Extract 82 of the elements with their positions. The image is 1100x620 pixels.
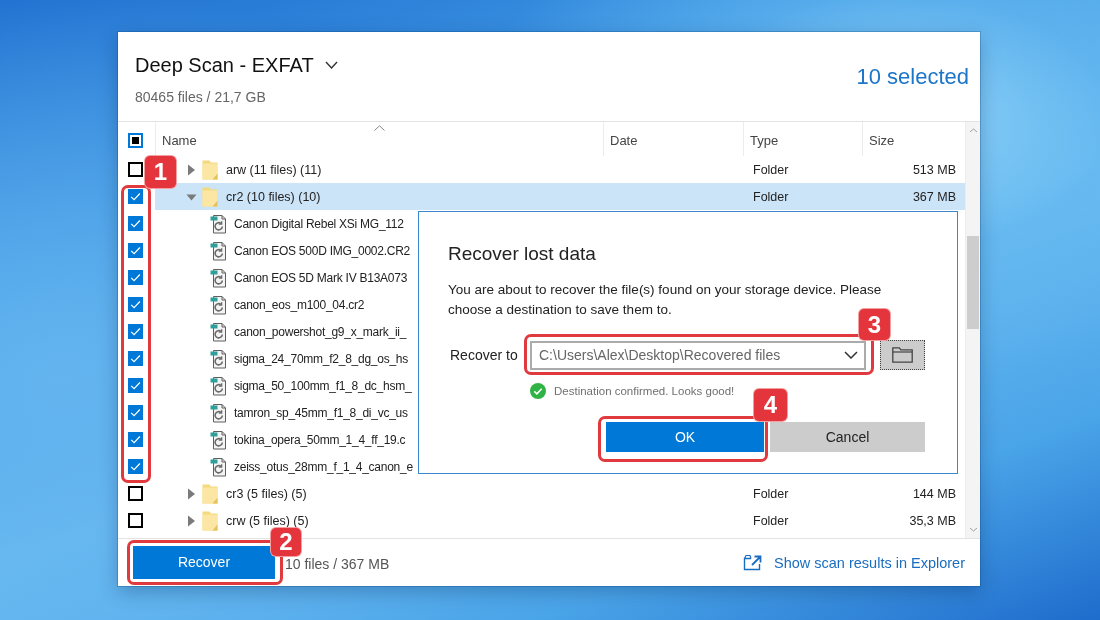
- file-name: sigma_24_70mm_f2_8_dg_os_hs: [234, 351, 409, 366]
- file-name: Canon EOS 5D Mark IV B13A073: [234, 270, 408, 285]
- folder-icon: [202, 510, 218, 531]
- checkbox[interactable]: [128, 432, 143, 447]
- file-name: zeiss_otus_28mm_f_1_4_canon_e: [234, 459, 413, 474]
- column-header[interactable]: Date: [603, 122, 743, 156]
- checkbox[interactable]: [128, 378, 143, 393]
- destination-dropdown[interactable]: C:\Users\Alex\Desktop\Recovered files: [530, 340, 866, 370]
- step-number-badge: 3: [859, 309, 890, 340]
- status-message: Destination confirmed. Looks good!: [554, 384, 735, 397]
- item-type: Folder: [752, 486, 789, 501]
- checkbox[interactable]: [128, 486, 143, 501]
- document-icon: [210, 375, 228, 396]
- selection-count: 10 selected: [856, 63, 969, 91]
- document-icon: [210, 456, 228, 477]
- checkbox[interactable]: [128, 324, 143, 339]
- file-name: canon_eos_m100_04.cr2: [234, 297, 365, 312]
- item-size: 144 MB: [912, 486, 956, 501]
- chevron-up-icon[interactable]: [968, 128, 978, 133]
- open-external-icon: [743, 554, 762, 571]
- scan-summary: 80465 files / 21,7 GB: [135, 88, 266, 106]
- caret-right-icon[interactable]: [186, 163, 197, 176]
- caret-right-icon[interactable]: [186, 514, 197, 527]
- step-number-badge: 1: [145, 156, 176, 188]
- column-header[interactable]: Type: [743, 122, 862, 156]
- document-icon: [210, 348, 228, 369]
- document-icon: [210, 267, 228, 288]
- explorer-link[interactable]: Show scan results in Explorer: [743, 554, 965, 571]
- item-type: Folder: [752, 513, 789, 528]
- folder-name: cr3 (5 files) (5): [226, 486, 307, 501]
- item-size: 35,3 MB: [909, 513, 956, 528]
- file-name: tamron_sp_45mm_f1_8_di_vc_us: [234, 405, 408, 420]
- document-icon: [210, 429, 228, 450]
- step-number-badge: 4: [754, 389, 787, 421]
- checkbox[interactable]: [128, 297, 143, 312]
- folder-icon: [202, 483, 218, 504]
- folder-icon: [202, 159, 218, 180]
- checkbox[interactable]: [128, 216, 143, 231]
- checkbox[interactable]: [128, 270, 143, 285]
- checkbox[interactable]: [128, 513, 143, 528]
- folder-name: crw (5 files) (5): [226, 513, 309, 528]
- checkbox[interactable]: [128, 405, 143, 420]
- item-type: Folder: [752, 162, 789, 177]
- document-icon: [210, 321, 228, 342]
- checkbox[interactable]: [128, 243, 143, 258]
- chevron-down-icon[interactable]: [324, 61, 338, 69]
- checkbox[interactable]: [128, 351, 143, 366]
- file-name: Canon EOS 500D IMG_0002.CR2: [234, 243, 410, 258]
- folder-name: cr2 (10 files) (10): [226, 189, 321, 204]
- check-circle-icon: [530, 382, 546, 399]
- browse-folder-button[interactable]: [880, 340, 925, 370]
- checkbox[interactable]: [128, 189, 143, 204]
- document-icon: [210, 402, 228, 423]
- item-size: 513 MB: [912, 162, 956, 177]
- ok-button[interactable]: OK: [606, 422, 764, 452]
- scrollbar[interactable]: [965, 122, 980, 538]
- step-number-badge: 2: [271, 528, 301, 556]
- folder-icon: [202, 186, 218, 207]
- document-icon: [210, 294, 228, 315]
- file-name: sigma_50_100mm_f1_8_dc_hsm_: [234, 378, 412, 393]
- document-icon: [210, 240, 228, 261]
- recover-to-label: Recover to: [449, 347, 519, 363]
- folder-name: arw (11 files) (11): [226, 162, 322, 177]
- scrollbar-thumb[interactable]: [967, 236, 979, 329]
- selected-row[interactable]: cr2 (10 files) (10) Folder 367 MB: [155, 183, 965, 210]
- file-name: tokina_opera_50mm_1_4_ff_19.c: [234, 432, 406, 447]
- document-icon: [210, 213, 228, 234]
- cancel-button[interactable]: Cancel: [770, 422, 925, 452]
- folder-icon: [892, 347, 913, 363]
- caret-right-icon[interactable]: [186, 487, 197, 500]
- checkbox[interactable]: [128, 162, 143, 177]
- recover-button[interactable]: Recover: [133, 546, 275, 579]
- file-name: Canon Digital Rebel XSi MG_112: [234, 216, 404, 231]
- selection-summary: 10 files / 367 MB: [285, 555, 390, 572]
- chevron-down-icon[interactable]: [844, 351, 858, 359]
- file-name: canon_powershot_g9_x_mark_ii_: [234, 324, 407, 339]
- item-type: Folder: [752, 189, 789, 204]
- dialog-title: Recover lost data: [448, 242, 596, 266]
- item-size: 367 MB: [912, 189, 956, 204]
- checkbox[interactable]: [128, 459, 143, 474]
- scan-title: Deep Scan - EXFAT: [135, 53, 314, 78]
- checkbox[interactable]: [128, 133, 143, 148]
